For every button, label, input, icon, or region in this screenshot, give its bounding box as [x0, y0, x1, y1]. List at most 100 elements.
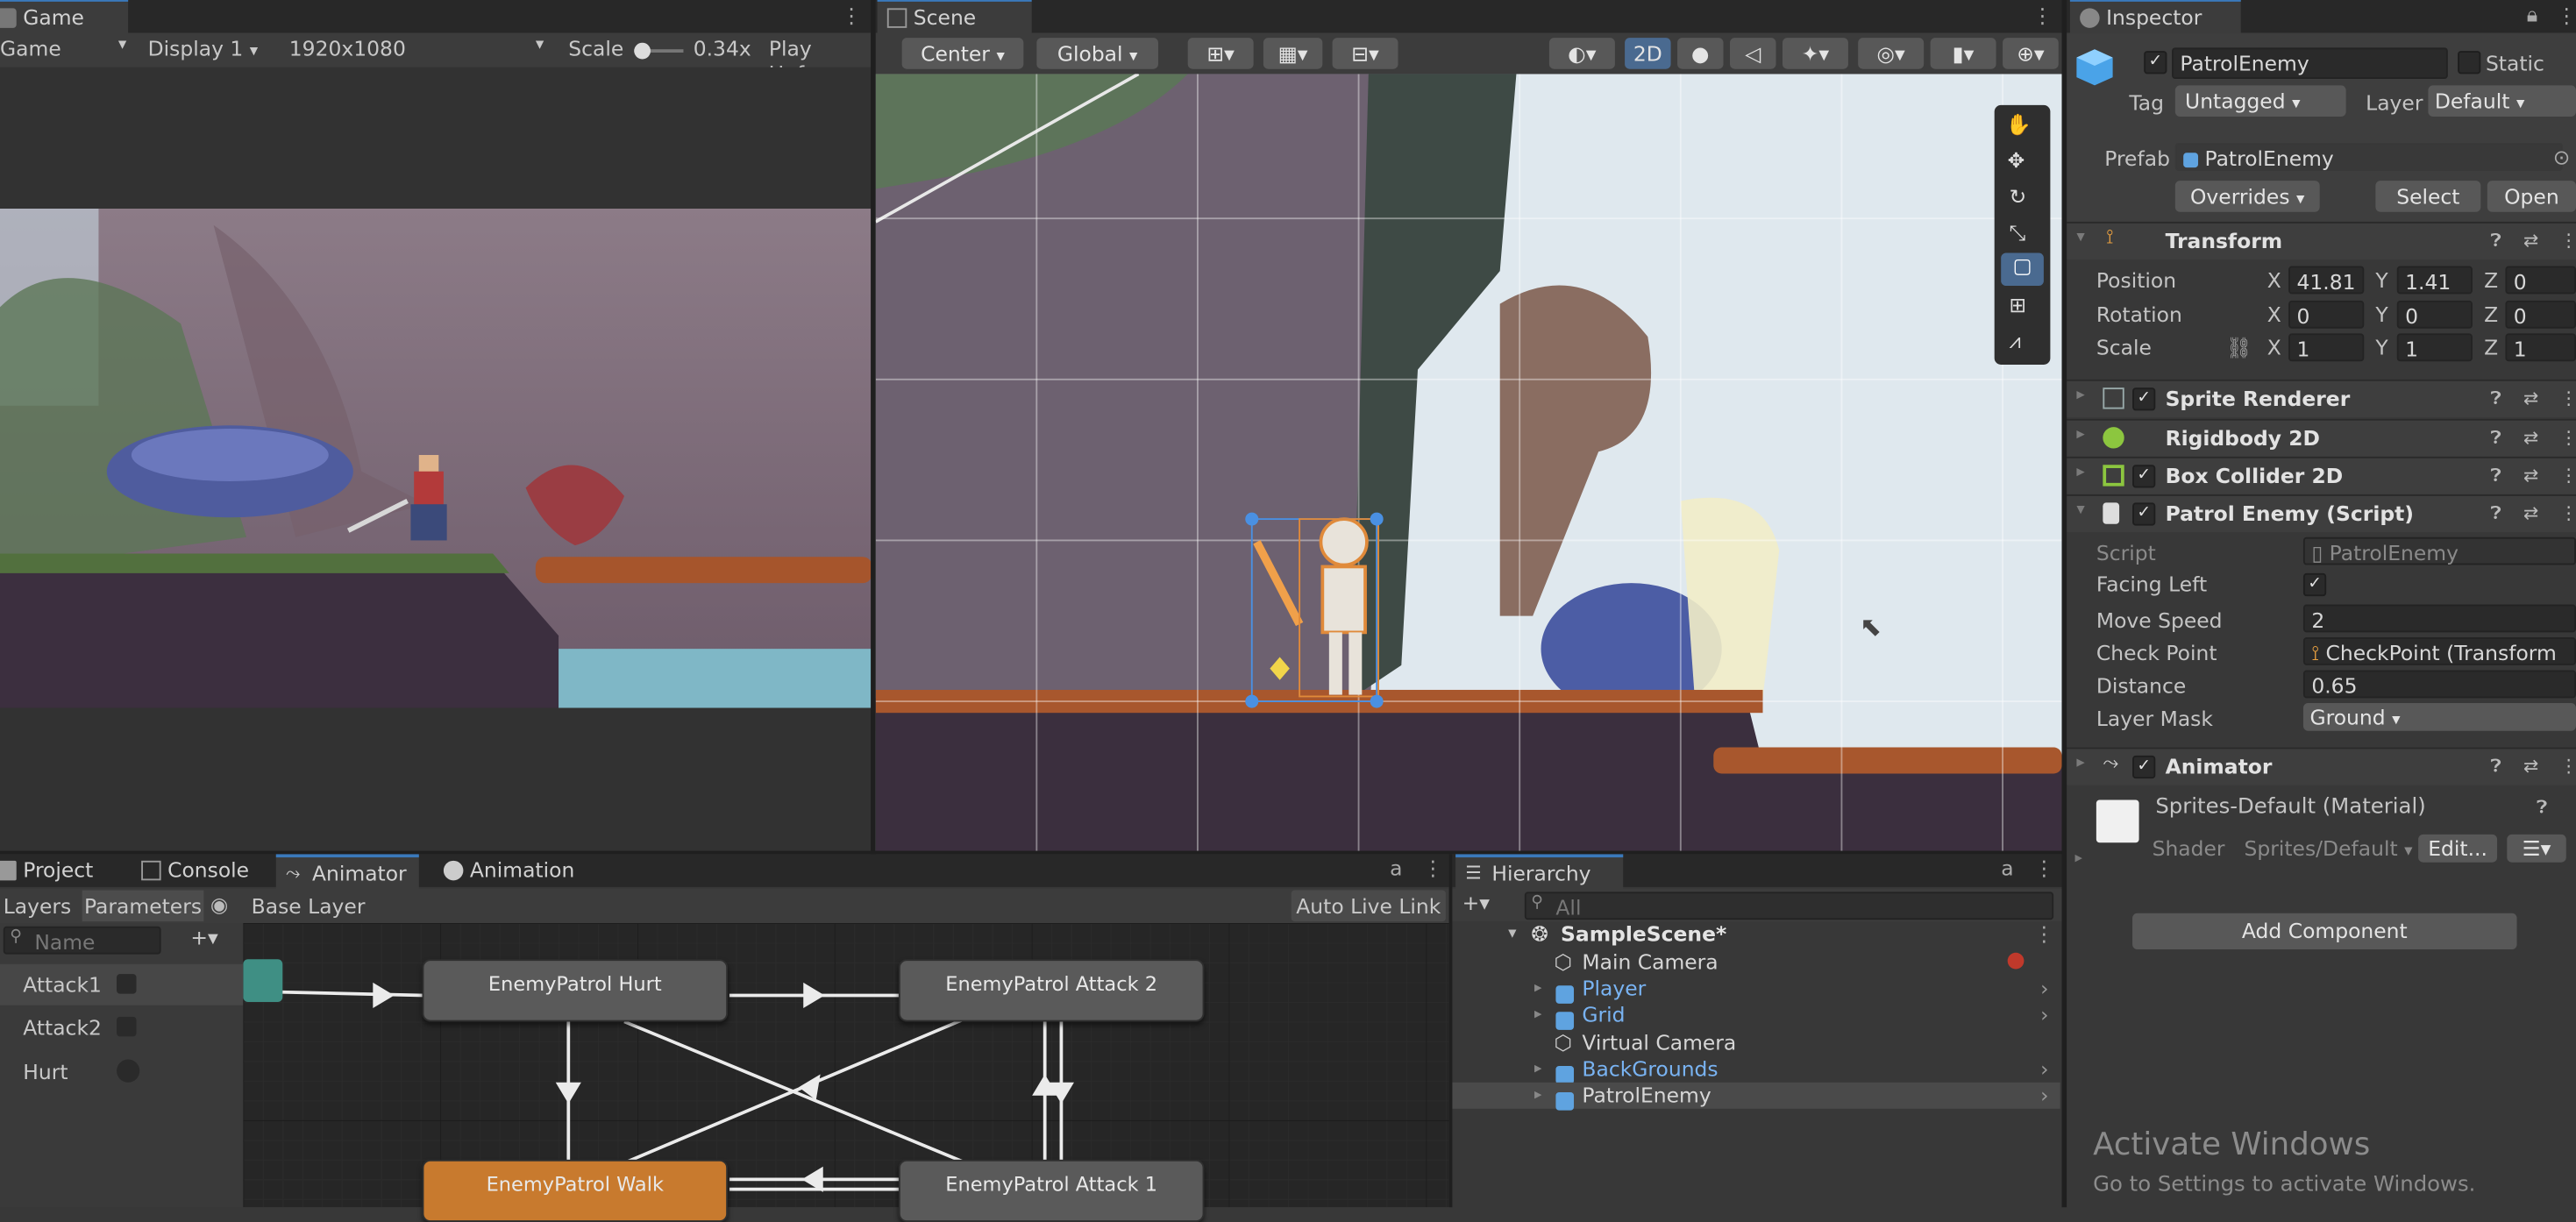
splitter-animator-hierarchy[interactable]: [1448, 854, 1453, 1208]
animator-foldout-icon[interactable]: ▸: [2076, 754, 2084, 772]
layer-dropdown[interactable]: Default: [2428, 85, 2576, 117]
rect-handle-tl[interactable]: [1245, 512, 1259, 526]
tab-game[interactable]: Game: [0, 0, 129, 35]
add-parameter-button[interactable]: +▾: [190, 925, 217, 949]
game-mode-dropdown[interactable]: Game ▾: [0, 36, 132, 60]
prefab-open-button[interactable]: Open: [2487, 181, 2576, 212]
scale-slider[interactable]: [634, 42, 684, 60]
effects-icon[interactable]: ✦▾: [1782, 38, 1848, 69]
animator-lock-icon[interactable]: a: [1390, 856, 1402, 880]
script-foldout-icon[interactable]: ▾: [2076, 501, 2084, 519]
scene-root-row[interactable]: ▾ ❂ SampleScene* ⋮: [1452, 921, 2060, 948]
script-enabled-checkbox[interactable]: ✓: [2132, 502, 2156, 526]
patrol-enemy-script-header[interactable]: ▾ ✓ Patrol Enemy (Script) ❓︎ ⇄ ⋮: [2067, 494, 2576, 533]
hierarchy-item-player[interactable]: ▸ Player ›: [1452, 976, 2060, 1004]
tab-inspector[interactable]: Inspector: [2069, 0, 2241, 35]
layer-mask-dropdown[interactable]: Ground: [2302, 702, 2576, 731]
component-menu-icon[interactable]: ⋮: [2559, 387, 2576, 409]
state-enemy-patrol-attack2[interactable]: EnemyPatrol Attack 2: [898, 959, 1205, 1022]
preset-icon[interactable]: ⇄: [2523, 387, 2538, 409]
rect-handle-tr[interactable]: [1370, 512, 1384, 526]
snap-icon[interactable]: ⊞▾: [1187, 38, 1254, 69]
help-icon[interactable]: ❓︎: [2491, 502, 2501, 525]
check-point-field[interactable]: ⟟ CheckPoint (Transform: [2302, 637, 2576, 665]
component-menu-icon[interactable]: ⋮: [2559, 465, 2576, 486]
move-tool-icon[interactable]: ✥: [2008, 148, 2025, 173]
auto-live-link-button[interactable]: Auto Live Link: [1291, 890, 1446, 922]
scale-y-field[interactable]: 1: [2396, 333, 2473, 362]
tag-dropdown[interactable]: Untagged: [2174, 85, 2346, 117]
component-menu-icon[interactable]: ⋮: [2559, 427, 2576, 448]
visibility-icon[interactable]: ◎▾: [1858, 38, 1925, 69]
base-layer-breadcrumb[interactable]: Base Layer: [252, 893, 366, 918]
hand-tool-icon[interactable]: ✋: [2006, 111, 2032, 138]
material-preview[interactable]: [2096, 799, 2139, 843]
parameters-tab[interactable]: Parameters: [82, 890, 204, 922]
gizmos-icon[interactable]: ⊕▾: [2003, 38, 2059, 69]
open-prefab-icon[interactable]: ›: [2040, 976, 2048, 1002]
hurt-radio[interactable]: [117, 1059, 140, 1083]
scale-z-field[interactable]: 1: [2505, 333, 2576, 362]
rigidbody2d-header[interactable]: ▸ Rigidbody 2D ❓︎ ⇄ ⋮: [2067, 418, 2576, 457]
splitter-top-bottom[interactable]: [0, 850, 2062, 855]
rotation-y-field[interactable]: 0: [2396, 300, 2473, 329]
help-icon[interactable]: ❓︎: [2491, 427, 2501, 450]
transform-tool-icon[interactable]: ⊞: [2010, 293, 2027, 317]
help-icon[interactable]: ❓︎: [2491, 230, 2501, 252]
open-prefab-icon[interactable]: ›: [2040, 1056, 2048, 1083]
position-z-field[interactable]: 0: [2505, 266, 2576, 295]
trigger-toggle[interactable]: [117, 1016, 137, 1037]
draw-mode-icon[interactable]: ◐▾: [1548, 38, 1615, 69]
open-prefab-icon[interactable]: ›: [2040, 1083, 2048, 1109]
state-enemy-patrol-attack1[interactable]: EnemyPatrol Attack 1: [898, 1159, 1205, 1222]
help-icon[interactable]: ❓︎: [2491, 387, 2501, 410]
grid-snap-icon[interactable]: ▦▾: [1263, 38, 1323, 69]
scale-tool-icon[interactable]: ⤡: [2010, 220, 2026, 246]
component-menu-icon[interactable]: ⋮: [2559, 502, 2576, 523]
hierarchy-search-input[interactable]: All: [1524, 892, 2054, 920]
box-collider2d-enabled-checkbox[interactable]: ✓: [2132, 465, 2156, 488]
position-x-field[interactable]: 41.81: [2288, 266, 2365, 295]
scale-slider-thumb[interactable]: [634, 42, 651, 60]
scene-menu-icon[interactable]: ⋮: [2034, 921, 2054, 948]
facing-left-checkbox[interactable]: ✓: [2302, 572, 2327, 597]
hierarchy-lock-icon[interactable]: a: [2001, 856, 2013, 880]
eye-icon[interactable]: ◉: [210, 892, 228, 916]
foldout-icon[interactable]: ▸: [1534, 1002, 1541, 1028]
foldout-icon[interactable]: ▸: [1534, 976, 1541, 1002]
param-row-attack1[interactable]: Attack1: [0, 963, 244, 1005]
object-name-field[interactable]: PatrolEnemy: [2172, 47, 2448, 79]
prefab-asset-field[interactable]: PatrolEnemy: [2174, 143, 2564, 171]
camera-icon[interactable]: ▮▾: [1930, 38, 1996, 69]
inspector-menu-icon[interactable]: ⋮: [2557, 4, 2576, 28]
sprite-renderer-header[interactable]: ▸ ✓ Sprite Renderer ❓︎ ⇄ ⋮: [2067, 379, 2576, 417]
tab-animator[interactable]: ⤳ Animator: [275, 854, 420, 891]
prefab-picker-icon[interactable]: ⊙: [2553, 145, 2571, 169]
tab-console[interactable]: Console: [132, 854, 262, 886]
audio-icon[interactable]: ◁: [1730, 38, 1776, 69]
display-dropdown[interactable]: Display 1 ▾: [148, 36, 259, 60]
material-foldout-icon[interactable]: ▸: [2075, 851, 2082, 868]
hierarchy-item-patrol-enemy[interactable]: ▸ PatrolEnemy ›: [1452, 1082, 2060, 1111]
position-y-field[interactable]: 1.41: [2396, 266, 2473, 295]
preset-icon[interactable]: ⇄: [2523, 756, 2538, 777]
param-row-hurt[interactable]: Hurt: [0, 1051, 243, 1092]
sprite-renderer-enabled-checkbox[interactable]: ✓: [2132, 387, 2156, 411]
hierarchy-item-virtual-camera[interactable]: ⬡ Virtual Camera: [1452, 1030, 2060, 1056]
add-component-button[interactable]: Add Component: [2132, 913, 2517, 950]
component-menu-icon[interactable]: ⋮: [2559, 230, 2576, 251]
preset-icon[interactable]: ⇄: [2523, 465, 2538, 486]
open-prefab-icon[interactable]: ›: [2040, 1002, 2048, 1028]
hierarchy-menu-icon[interactable]: ⋮: [2034, 856, 2054, 880]
scene-view[interactable]: [875, 74, 2062, 853]
pivot-space-dropdown[interactable]: Global: [1036, 38, 1158, 69]
splitter-game-scene[interactable]: [871, 0, 876, 855]
shader-edit-button[interactable]: Edit...: [2418, 834, 2498, 863]
shader-dropdown[interactable]: Sprites/Default: [2245, 836, 2413, 861]
help-icon[interactable]: ❓︎: [2491, 465, 2501, 487]
shader-menu-icon[interactable]: ☰▾: [2507, 834, 2566, 863]
preset-icon[interactable]: ⇄: [2523, 230, 2538, 251]
tab-hierarchy[interactable]: ☰ Hierarchy: [1455, 854, 1624, 891]
component-menu-icon[interactable]: ⋮: [2559, 756, 2576, 777]
foldout-icon[interactable]: ▸: [1534, 1056, 1541, 1083]
